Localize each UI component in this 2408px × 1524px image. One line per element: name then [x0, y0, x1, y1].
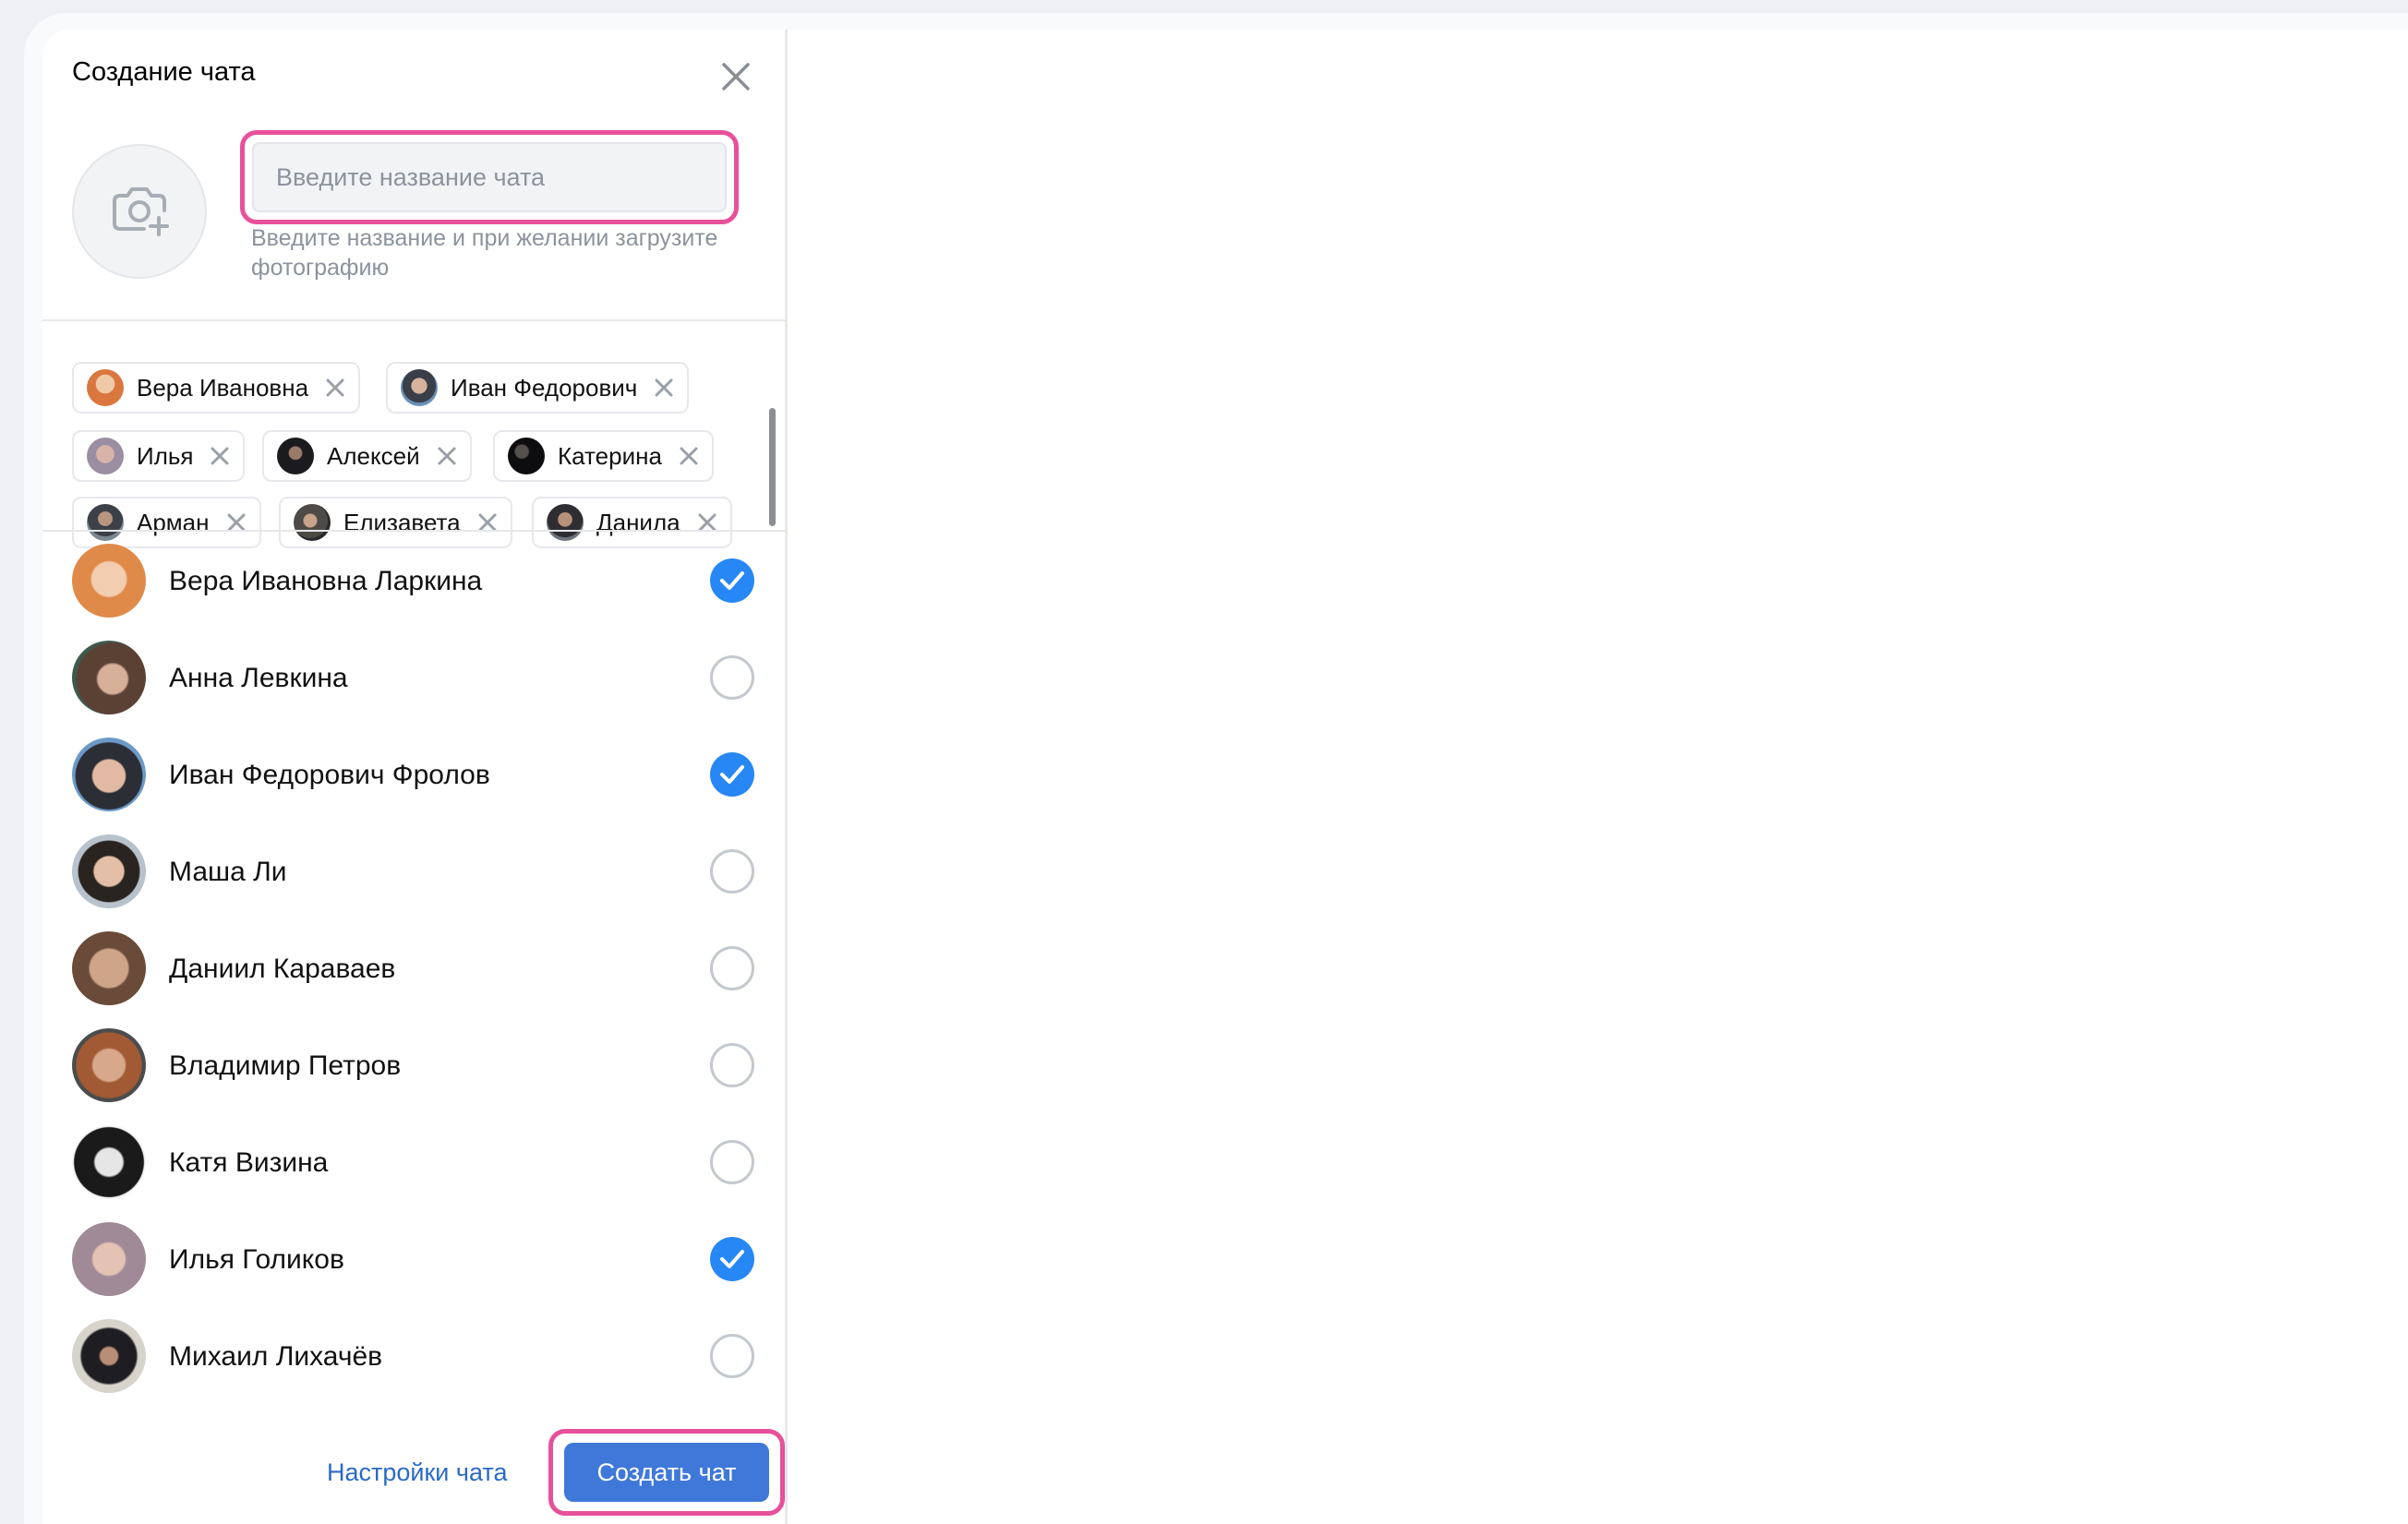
- avatar: [72, 1319, 146, 1393]
- member-chip: Вера Ивановна: [72, 362, 361, 414]
- avatar: [72, 1125, 146, 1199]
- close-button[interactable]: [715, 55, 757, 98]
- chip-label: Вера Ивановна: [137, 373, 309, 402]
- contact-row[interactable]: Иван Федорович Фролов: [42, 726, 785, 822]
- contact-row[interactable]: Илья Голиков: [42, 1210, 785, 1307]
- contact-checkbox[interactable]: [710, 1140, 754, 1184]
- remove-chip-icon: [655, 378, 673, 397]
- avatar: [72, 1222, 146, 1296]
- contact-row[interactable]: Вера Ивановна Ларкина: [42, 532, 785, 629]
- camera-add-icon: [113, 187, 169, 236]
- contact-checkbox[interactable]: [710, 752, 754, 797]
- contact-name: Катя Визина: [169, 1147, 329, 1178]
- create-chat-button[interactable]: Создать чат: [564, 1443, 769, 1502]
- remove-chip-button[interactable]: [435, 444, 459, 468]
- remove-chip-button[interactable]: [652, 376, 676, 400]
- contact-row[interactable]: Анна Левкина: [42, 629, 785, 726]
- contact-name: Даниил Караваев: [169, 954, 396, 984]
- contact-checkbox[interactable]: [710, 946, 754, 990]
- contact-checkbox[interactable]: [710, 1237, 754, 1281]
- avatar: [72, 834, 146, 908]
- chips-scrollbar[interactable]: [769, 408, 776, 526]
- avatar: [277, 438, 314, 474]
- selected-members: Вера Ивановна Иван Федорович Илья Алексе…: [42, 321, 785, 548]
- chat-name-highlight: [240, 130, 739, 224]
- contact-name: Маша Ли: [169, 857, 287, 887]
- chat-settings-link[interactable]: Настройки чата: [327, 1458, 507, 1487]
- check-icon: [720, 571, 744, 590]
- avatar: [72, 544, 146, 618]
- avatar: [87, 438, 124, 474]
- avatar: [72, 641, 146, 714]
- contact-checkbox[interactable]: [710, 849, 754, 894]
- check-icon: [720, 1250, 744, 1268]
- messenger-canvas: Создание чата Введите название и при жел…: [42, 30, 2408, 1524]
- remove-chip-button[interactable]: [323, 376, 347, 400]
- chat-name-hint: Введите название и при желании загрузите…: [251, 225, 718, 281]
- avatar: [72, 931, 146, 1005]
- contact-row[interactable]: Владимир Петров: [42, 1016, 785, 1113]
- contact-row[interactable]: Катя Визина: [42, 1113, 785, 1210]
- contact-name: Илья Голиков: [169, 1244, 344, 1275]
- check-icon: [720, 765, 744, 784]
- member-chip: Катерина: [493, 430, 714, 482]
- contact-name: Анна Левкина: [169, 663, 348, 693]
- contact-row[interactable]: Маша Ли: [42, 822, 785, 919]
- avatar: [401, 369, 438, 406]
- remove-chip-icon: [680, 447, 698, 465]
- contact-name: Иван Федорович Фролов: [169, 760, 490, 790]
- remove-chip-icon: [326, 378, 344, 397]
- upload-photo-button[interactable]: [72, 144, 207, 279]
- remove-chip-button[interactable]: [208, 444, 232, 468]
- close-icon: [722, 63, 750, 90]
- chip-label: Иван Федорович: [451, 373, 638, 402]
- avatar: [72, 738, 146, 811]
- member-chip: Илья: [72, 430, 246, 482]
- chat-content-area: [788, 30, 2408, 1524]
- dialog-title: Создание чата: [72, 57, 256, 87]
- contact-name: Вера Ивановна Ларкина: [169, 566, 483, 596]
- chip-label: Катерина: [558, 441, 662, 470]
- contact-checkbox[interactable]: [710, 1043, 754, 1087]
- contact-list: Вера Ивановна Ларкина Анна Левкина Иван …: [42, 532, 785, 1410]
- contact-row[interactable]: Михаил Лихачёв: [42, 1307, 785, 1404]
- avatar: [72, 1028, 146, 1102]
- avatar: [87, 369, 124, 406]
- chip-label: Алексей: [327, 441, 420, 470]
- dialog-footer: Настройки чата Создать чат: [42, 1410, 785, 1524]
- contact-checkbox[interactable]: [710, 558, 754, 603]
- member-chip: Иван Федорович: [386, 362, 690, 414]
- contact-name: Михаил Лихачёв: [169, 1341, 383, 1372]
- chip-label: Илья: [137, 441, 194, 470]
- remove-chip-button[interactable]: [677, 444, 701, 468]
- contact-name: Владимир Петров: [169, 1050, 402, 1081]
- chat-name-input[interactable]: [252, 142, 727, 212]
- remove-chip-icon: [211, 447, 229, 465]
- create-chat-dialog: Создание чата Введите название и при жел…: [42, 30, 788, 1524]
- contact-checkbox[interactable]: [710, 1334, 754, 1378]
- avatar: [508, 438, 545, 474]
- contact-row[interactable]: Даниил Караваев: [42, 919, 785, 1016]
- member-chip: Алексей: [262, 430, 472, 482]
- contact-checkbox[interactable]: [710, 655, 754, 700]
- remove-chip-icon: [438, 447, 456, 465]
- create-chat-highlight: Создать чат: [548, 1429, 785, 1516]
